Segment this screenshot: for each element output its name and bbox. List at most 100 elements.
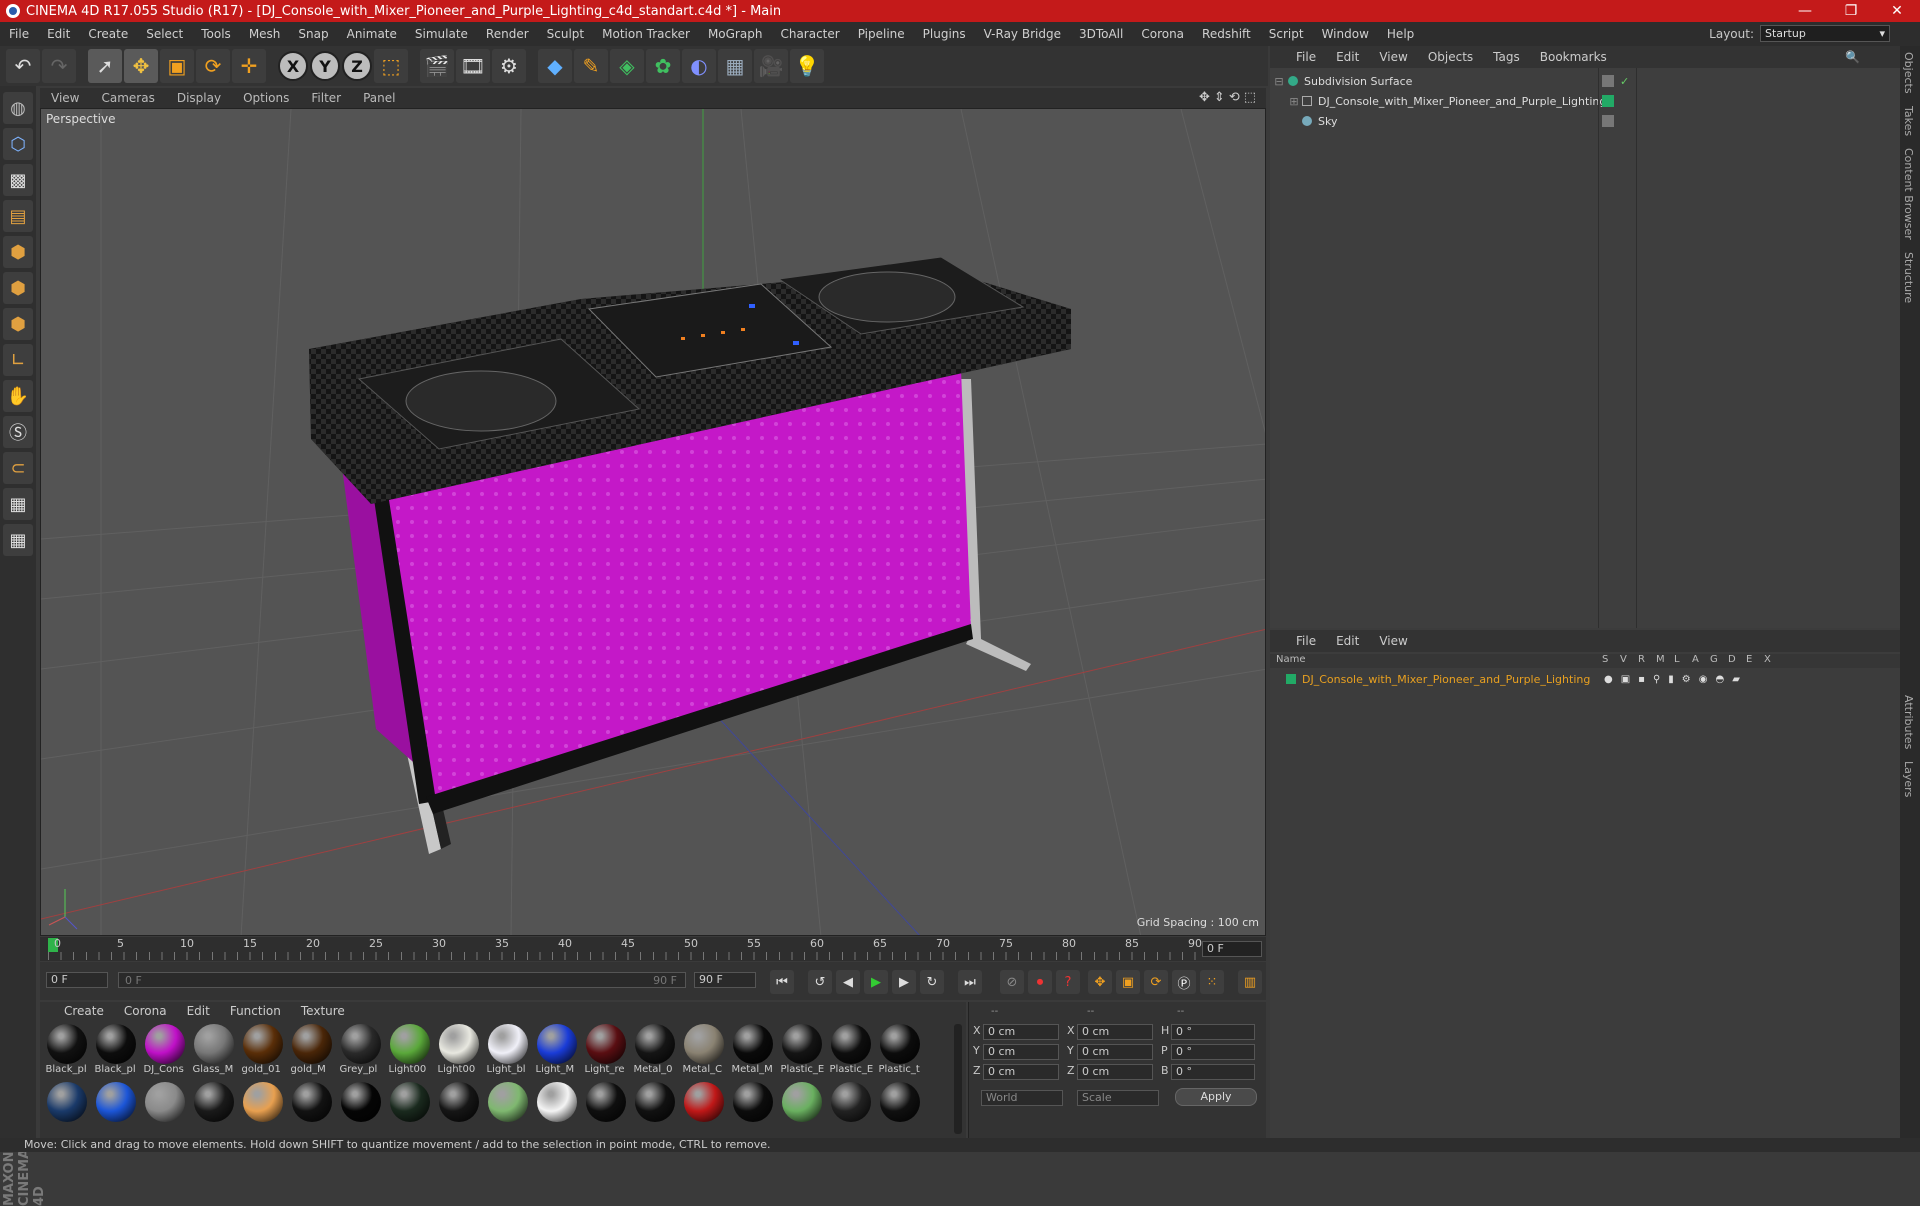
- material-swatch[interactable]: [581, 1082, 630, 1138]
- menu-corona[interactable]: Corona: [1132, 27, 1193, 41]
- points-mode-icon[interactable]: ⬢: [3, 236, 33, 268]
- close-button[interactable]: ✕: [1874, 0, 1920, 22]
- menu-mograph[interactable]: MoGraph: [699, 27, 772, 41]
- material-swatch[interactable]: [483, 1082, 532, 1138]
- material-menu-function[interactable]: Function: [220, 1004, 291, 1018]
- layer-menu-edit[interactable]: Edit: [1326, 634, 1369, 648]
- menu-motion-tracker[interactable]: Motion Tracker: [593, 27, 699, 41]
- material-swatch[interactable]: [630, 1082, 679, 1138]
- viewport-nav-icons[interactable]: ✥⇕⟲⬚: [1199, 90, 1260, 105]
- apply-button[interactable]: Apply: [1175, 1088, 1257, 1106]
- perspective-viewport[interactable]: Perspective Grid Spacing : 100 cm: [40, 108, 1266, 936]
- timeline-window-icon[interactable]: ▥: [1238, 970, 1262, 994]
- material-swatch[interactable]: [434, 1082, 483, 1138]
- material-menu-texture[interactable]: Texture: [291, 1004, 355, 1018]
- layer-row[interactable]: DJ_Console_with_Mixer_Pioneer_and_Purple…: [1270, 670, 1900, 688]
- deformer-icon[interactable]: ◐: [682, 49, 716, 83]
- material-menu-create[interactable]: Create: [54, 1004, 114, 1018]
- material-swatch[interactable]: gold_01: [238, 1024, 287, 1080]
- layer-toggle-icons[interactable]: ●▣▪⚲▮⚙◉◓▰: [1604, 674, 1748, 685]
- start-frame-field[interactable]: 0 F: [46, 972, 108, 988]
- viewport-menu-filter[interactable]: Filter: [300, 91, 352, 105]
- obj-menu-objects[interactable]: Objects: [1418, 50, 1483, 64]
- planar-workplane-icon[interactable]: ▦: [3, 524, 33, 556]
- tweak-mode-icon[interactable]: ✋: [3, 380, 33, 412]
- world-dropdown[interactable]: World: [981, 1090, 1063, 1106]
- edges-mode-icon[interactable]: ⬢: [3, 272, 33, 304]
- polygons-mode-icon[interactable]: ⬢: [3, 308, 33, 340]
- material-menu-edit[interactable]: Edit: [177, 1004, 220, 1018]
- rotation-field[interactable]: 0 °: [1171, 1024, 1255, 1040]
- material-swatch[interactable]: Light_re: [581, 1024, 630, 1080]
- menu-snap[interactable]: Snap: [289, 27, 337, 41]
- key-param-icon[interactable]: Ⓟ: [1172, 970, 1196, 994]
- dj-console-model[interactable]: [309, 256, 1071, 854]
- subdivision-icon[interactable]: ◈: [610, 49, 644, 83]
- material-swatch[interactable]: [336, 1082, 385, 1138]
- obj-menu-file[interactable]: File: [1286, 50, 1326, 64]
- material-swatch[interactable]: Plastic_t: [875, 1024, 924, 1080]
- material-swatch[interactable]: Grey_pl: [336, 1024, 385, 1080]
- enabled-check-icon[interactable]: ✓: [1620, 75, 1629, 88]
- menu-create[interactable]: Create: [79, 27, 137, 41]
- material-swatch[interactable]: [728, 1082, 777, 1138]
- move-icon[interactable]: ✥: [124, 49, 158, 83]
- material-swatch[interactable]: [875, 1082, 924, 1138]
- auto-key-icon[interactable]: ?: [1056, 970, 1080, 994]
- go-to-start-icon[interactable]: ⏮: [770, 970, 794, 994]
- position-field[interactable]: 0 cm: [983, 1024, 1059, 1040]
- viewport-menu-cameras[interactable]: Cameras: [90, 91, 165, 105]
- material-swatch[interactable]: [679, 1082, 728, 1138]
- side-tab-attributes[interactable]: Attributes: [1900, 689, 1917, 755]
- material-swatch[interactable]: Plastic_E: [826, 1024, 875, 1080]
- coordinate-system-icon[interactable]: ⬚: [374, 49, 408, 83]
- menu-render[interactable]: Render: [477, 27, 538, 41]
- viewport-menu-view[interactable]: View: [40, 91, 90, 105]
- layer-swatch[interactable]: [1602, 95, 1614, 107]
- next-key-icon[interactable]: ↻: [920, 970, 944, 994]
- render-view-icon[interactable]: 🎬: [420, 49, 454, 83]
- viewport-menu-display[interactable]: Display: [166, 91, 232, 105]
- snap-icon[interactable]: ⊂: [3, 452, 33, 484]
- layer-swatch[interactable]: [1602, 75, 1614, 87]
- object-row[interactable]: ⊞ DJ_Console_with_Mixer_Pioneer_and_Purp…: [1270, 92, 1900, 110]
- restore-button[interactable]: ❐: [1828, 0, 1874, 22]
- prev-key-icon[interactable]: ↺: [808, 970, 832, 994]
- menu-sculpt[interactable]: Sculpt: [538, 27, 593, 41]
- material-swatch[interactable]: [140, 1082, 189, 1138]
- material-swatch[interactable]: [826, 1082, 875, 1138]
- current-frame-field[interactable]: 0 F: [1202, 941, 1262, 957]
- texture-mode-icon[interactable]: ▩: [3, 164, 33, 196]
- material-swatch[interactable]: [42, 1082, 91, 1138]
- material-swatch[interactable]: gold_M: [287, 1024, 336, 1080]
- cube-object-icon[interactable]: ◆: [538, 49, 572, 83]
- undo-icon[interactable]: ↶: [6, 49, 40, 83]
- redo-icon[interactable]: ↷: [42, 49, 76, 83]
- obj-menu-tags[interactable]: Tags: [1483, 50, 1530, 64]
- material-swatch[interactable]: DJ_Cons: [140, 1024, 189, 1080]
- y-axis-icon[interactable]: Y: [310, 51, 340, 81]
- menu-file[interactable]: File: [0, 27, 38, 41]
- size-field[interactable]: 0 cm: [1077, 1064, 1153, 1080]
- key-scale-icon[interactable]: ▣: [1116, 970, 1140, 994]
- floor-scene-icon[interactable]: ▦: [718, 49, 752, 83]
- material-swatch[interactable]: Glass_M: [189, 1024, 238, 1080]
- material-swatch[interactable]: [385, 1082, 434, 1138]
- menu-window[interactable]: Window: [1313, 27, 1378, 41]
- key-pla-icon[interactable]: ⁙: [1200, 970, 1224, 994]
- camera-icon[interactable]: 🎥: [754, 49, 788, 83]
- side-tab-objects[interactable]: Objects: [1900, 46, 1917, 100]
- menu-mesh[interactable]: Mesh: [240, 27, 290, 41]
- solo-mode-icon[interactable]: Ⓢ: [3, 416, 33, 448]
- axis-mode-icon[interactable]: ∟: [3, 344, 33, 376]
- layer-menu-file[interactable]: File: [1286, 634, 1326, 648]
- menu-3dtoall[interactable]: 3DToAll: [1070, 27, 1132, 41]
- material-swatch[interactable]: Metal_C: [679, 1024, 728, 1080]
- side-tab-layers[interactable]: Layers: [1900, 755, 1917, 803]
- material-swatch[interactable]: Black_pl: [91, 1024, 140, 1080]
- layer-menu-view[interactable]: View: [1369, 634, 1417, 648]
- next-frame-icon[interactable]: ▶: [892, 970, 916, 994]
- obj-menu-view[interactable]: View: [1369, 50, 1417, 64]
- z-axis-icon[interactable]: Z: [342, 51, 372, 81]
- end-frame-field[interactable]: 90 F: [694, 972, 756, 988]
